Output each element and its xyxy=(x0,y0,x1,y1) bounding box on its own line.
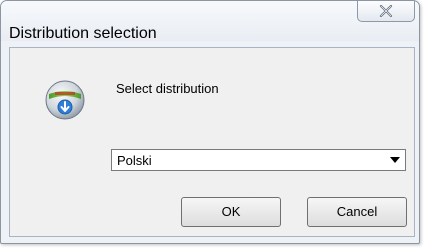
distribution-select[interactable]: Polski xyxy=(111,149,406,171)
dialog-window: Distribution selection Select distributi… xyxy=(0,0,420,244)
distribution-install-icon xyxy=(44,79,86,121)
prompt-label: Select distribution xyxy=(116,81,219,96)
title-bar[interactable]: Distribution selection xyxy=(1,1,419,42)
close-button[interactable] xyxy=(357,1,415,22)
chevron-down-icon[interactable] xyxy=(390,157,400,163)
ok-button[interactable]: OK xyxy=(181,197,281,227)
dialog-body: Select distribution Polski OK Cancel xyxy=(9,47,415,237)
cancel-button[interactable]: Cancel xyxy=(307,197,407,227)
distribution-select-value: Polski xyxy=(117,153,152,168)
close-icon xyxy=(379,5,393,17)
window-title: Distribution selection xyxy=(9,25,157,42)
